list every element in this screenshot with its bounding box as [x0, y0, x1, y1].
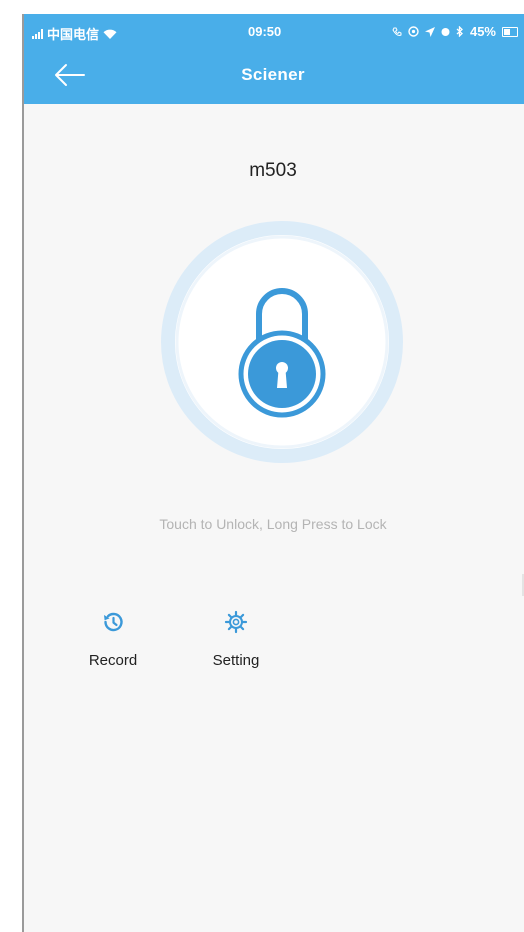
- history-icon: [104, 612, 123, 632]
- lock-hint: Touch to Unlock, Long Press to Lock: [159, 516, 387, 532]
- status-bar: 中国电信 09:50 45%: [22, 14, 524, 48]
- app-header: 中国电信 09:50 45% Sciener: [22, 14, 524, 104]
- nav-bar: Sciener: [22, 48, 524, 104]
- battery-icon: [502, 26, 518, 37]
- record-button[interactable]: Record: [58, 610, 168, 669]
- lock-name: m503: [249, 160, 297, 181]
- gear-icon: [224, 610, 248, 634]
- page: 中国电信 09:50 45% Sciener m503 Touch to Unl…: [0, 0, 524, 932]
- wifi-icon: [103, 29, 117, 39]
- alarm-icon: [408, 26, 419, 37]
- carrier-label: 中国电信: [47, 27, 100, 42]
- phone-icon: [392, 27, 402, 36]
- lock-status-icon: [441, 27, 450, 36]
- page-title: Sciener: [241, 65, 305, 84]
- status-right: 45%: [392, 24, 518, 39]
- record-label: Record: [88, 652, 138, 669]
- status-left: 中国电信: [32, 24, 117, 43]
- setting-button[interactable]: Setting: [178, 610, 294, 669]
- setting-label: Setting: [212, 652, 260, 669]
- app-screen: 中国电信 09:50 45% Sciener m503 Touch to Unl…: [22, 14, 524, 932]
- battery-percent: 45%: [469, 24, 496, 39]
- signal-icon: [32, 28, 43, 39]
- bluetooth-icon: [456, 26, 463, 37]
- location-icon: [424, 26, 435, 37]
- lock-dial: [161, 221, 403, 463]
- status-time: 09:50: [248, 24, 282, 39]
- unlock-button[interactable]: [160, 220, 404, 464]
